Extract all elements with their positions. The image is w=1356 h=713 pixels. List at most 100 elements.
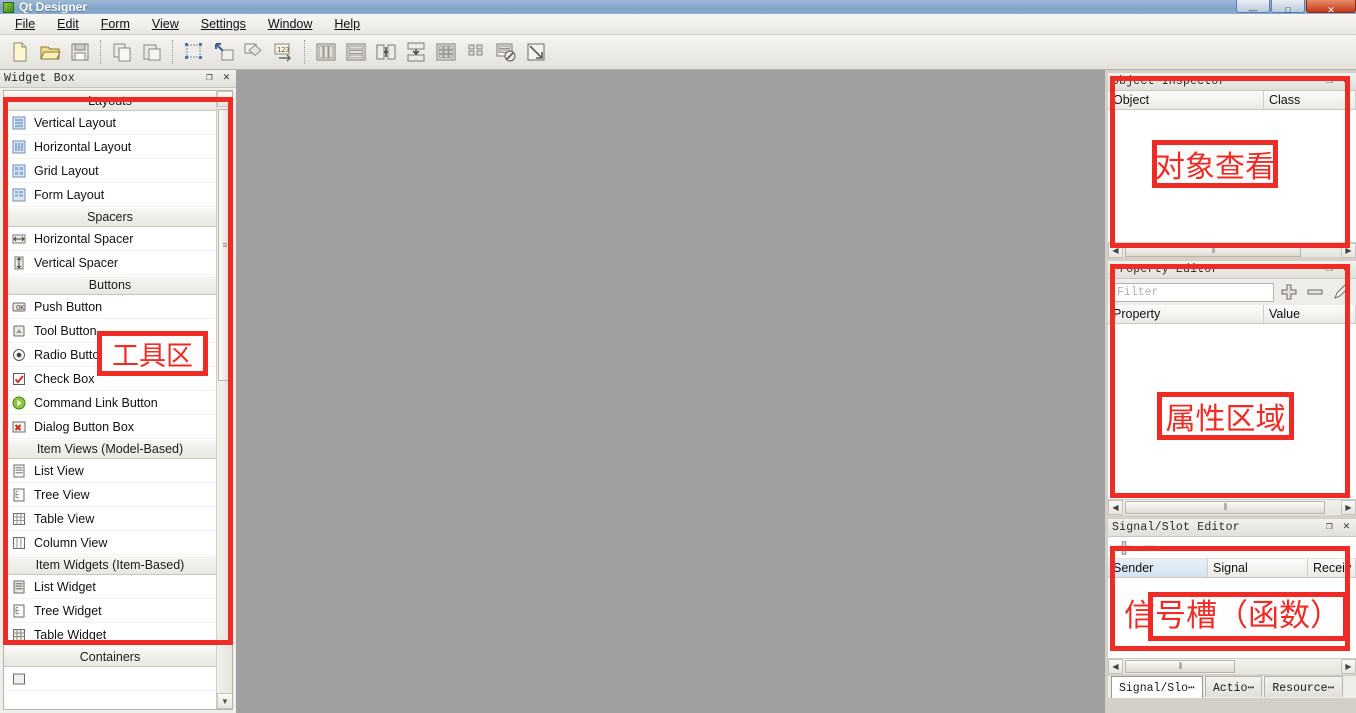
- widget-item-vertical-spacer[interactable]: Vertical Spacer: [4, 251, 216, 275]
- break-layout-icon[interactable]: [491, 38, 520, 67]
- widget-item-container-placeholder[interactable]: [4, 667, 216, 691]
- widget-group-spacers[interactable]: Spacers: [4, 207, 216, 227]
- widget-item-grid-layout[interactable]: Grid Layout: [4, 159, 216, 183]
- adjust-size-icon[interactable]: [521, 38, 550, 67]
- layout-hsplitter-icon[interactable]: [371, 38, 400, 67]
- tab-resource-browser[interactable]: Resource⋯: [1264, 676, 1343, 697]
- menu-form[interactable]: Form: [90, 15, 141, 34]
- scroll-down-icon[interactable]: ▼: [217, 693, 232, 709]
- scroll-track[interactable]: [1123, 659, 1341, 673]
- open-form-icon[interactable]: [35, 38, 64, 67]
- signal-slot-float-button[interactable]: ❐: [1322, 520, 1337, 535]
- menu-view[interactable]: View: [141, 15, 190, 34]
- copy-icon[interactable]: [107, 38, 136, 67]
- save-form-icon[interactable]: [65, 38, 94, 67]
- scroll-left-icon[interactable]: ◀: [1108, 242, 1123, 258]
- widget-item-label: Tool Button: [34, 323, 97, 338]
- widget-item-column-view[interactable]: Column View: [4, 531, 216, 555]
- signal-slot-hscroll[interactable]: ◀ ▶: [1108, 658, 1356, 674]
- paste-icon[interactable]: [137, 38, 166, 67]
- edit-signals-icon[interactable]: [209, 38, 238, 67]
- property-editor-close-button[interactable]: ✕: [1339, 262, 1354, 277]
- scroll-thumb[interactable]: [1125, 659, 1235, 673]
- scroll-thumb[interactable]: [1125, 243, 1301, 257]
- widget-box-float-button[interactable]: ❐: [202, 71, 217, 86]
- edit-buddies-icon[interactable]: [239, 38, 268, 67]
- add-connection-button[interactable]: [1113, 537, 1135, 559]
- widget-box-scrollbar[interactable]: ▲ ▼: [216, 91, 232, 709]
- layout-horizontal-icon[interactable]: [311, 38, 340, 67]
- widget-item-table-widget[interactable]: Table Widget: [4, 623, 216, 647]
- widget-box-title: Widget Box: [4, 72, 76, 85]
- new-form-icon[interactable]: [5, 38, 34, 67]
- scroll-up-icon[interactable]: ▲: [217, 91, 232, 107]
- scroll-track[interactable]: [1123, 243, 1341, 257]
- widget-item-horizontal-layout[interactable]: Horizontal Layout: [4, 135, 216, 159]
- widget-group-layouts[interactable]: Layouts: [4, 91, 216, 111]
- widget-item-form-layout[interactable]: Form Layout: [4, 183, 216, 207]
- tab-action-editor[interactable]: Actio⋯: [1204, 676, 1263, 697]
- layout-vertical-icon[interactable]: [341, 38, 370, 67]
- widget-item-list-view[interactable]: List View: [4, 459, 216, 483]
- scroll-thumb[interactable]: [218, 109, 232, 381]
- menu-window[interactable]: Window: [257, 15, 323, 34]
- widget-group-item-views[interactable]: Item Views (Model-Based): [4, 439, 216, 459]
- column-header-sender[interactable]: Sender: [1108, 559, 1208, 577]
- scroll-track[interactable]: [1123, 500, 1341, 514]
- column-header-signal[interactable]: Signal: [1208, 559, 1308, 577]
- property-editor-float-button[interactable]: ❐: [1322, 262, 1337, 277]
- scroll-thumb[interactable]: [1125, 500, 1325, 514]
- tab-signal-slot-editor[interactable]: Signal/Slo⋯: [1111, 676, 1203, 698]
- object-inspector-hscroll[interactable]: ◀ ▶: [1108, 242, 1356, 258]
- filter-input[interactable]: Filter: [1112, 282, 1274, 302]
- layout-grid-icon[interactable]: [431, 38, 460, 67]
- layout-form-icon[interactable]: [461, 38, 490, 67]
- widget-item-push-button[interactable]: OK Push Button: [4, 295, 216, 319]
- widget-item-command-link-button[interactable]: Command Link Button: [4, 391, 216, 415]
- property-editor-filter-row: Filter: [1108, 279, 1356, 305]
- property-editor-hscroll[interactable]: ◀ ▶: [1108, 499, 1356, 515]
- edit-taborder-icon[interactable]: 123: [269, 38, 298, 67]
- signal-slot-close-button[interactable]: ✕: [1339, 520, 1354, 535]
- widget-item-tree-view[interactable]: Tree View: [4, 483, 216, 507]
- object-inspector-close-button[interactable]: ✕: [1339, 74, 1354, 89]
- widget-group-buttons[interactable]: Buttons: [4, 275, 216, 295]
- menu-edit[interactable]: Edit: [46, 15, 90, 34]
- column-header-class[interactable]: Class: [1264, 91, 1356, 109]
- scroll-right-icon[interactable]: ▶: [1341, 499, 1356, 515]
- widget-item-dialog-button-box[interactable]: Dialog Button Box: [4, 415, 216, 439]
- column-header-object[interactable]: Object: [1108, 91, 1264, 109]
- close-button[interactable]: ✕: [1306, 0, 1356, 14]
- horizontal-layout-icon: [10, 138, 28, 156]
- scroll-right-icon[interactable]: ▶: [1341, 242, 1356, 258]
- menu-help[interactable]: Help: [323, 15, 371, 34]
- column-header-value[interactable]: Value: [1264, 305, 1356, 323]
- widget-item-list-widget[interactable]: List Widget: [4, 575, 216, 599]
- edit-widgets-icon[interactable]: [179, 38, 208, 67]
- widget-item-tree-widget[interactable]: Tree Widget: [4, 599, 216, 623]
- column-header-receiver[interactable]: Receiv: [1308, 559, 1356, 577]
- maximize-button[interactable]: □: [1271, 0, 1305, 14]
- widget-box-list[interactable]: Layouts Vertical Layout Horizontal Layou…: [3, 90, 233, 710]
- minimize-button[interactable]: —: [1236, 0, 1270, 14]
- widget-box-close-button[interactable]: ✕: [219, 71, 234, 86]
- menu-file[interactable]: File: [4, 15, 46, 34]
- remove-property-button[interactable]: [1304, 281, 1326, 303]
- configure-button[interactable]: [1330, 281, 1352, 303]
- table-view-icon: [10, 510, 28, 528]
- widget-item-horizontal-spacer[interactable]: Horizontal Spacer: [4, 227, 216, 251]
- remove-connection-button[interactable]: [1139, 537, 1161, 559]
- scroll-left-icon[interactable]: ◀: [1108, 658, 1123, 674]
- add-property-button[interactable]: [1278, 281, 1300, 303]
- scroll-right-icon[interactable]: ▶: [1341, 658, 1356, 674]
- widget-group-item-widgets[interactable]: Item Widgets (Item-Based): [4, 555, 216, 575]
- object-inspector-float-button[interactable]: ❐: [1322, 74, 1337, 89]
- form-canvas-area[interactable]: [236, 70, 1105, 713]
- column-header-property[interactable]: Property: [1108, 305, 1264, 323]
- layout-vsplitter-icon[interactable]: [401, 38, 430, 67]
- widget-item-table-view[interactable]: Table View: [4, 507, 216, 531]
- menu-settings[interactable]: Settings: [190, 15, 257, 34]
- widget-item-vertical-layout[interactable]: Vertical Layout: [4, 111, 216, 135]
- widget-group-containers[interactable]: Containers: [4, 647, 216, 667]
- scroll-left-icon[interactable]: ◀: [1108, 499, 1123, 515]
